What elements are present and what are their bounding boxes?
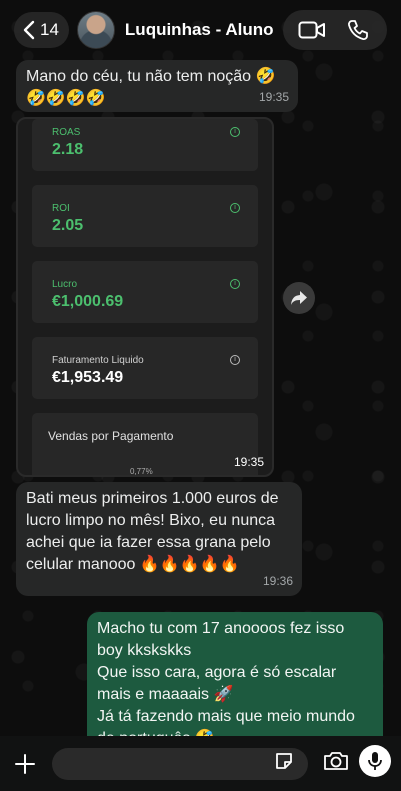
metric-card-roas: ROAS i 2.18 xyxy=(32,119,258,171)
outgoing-message[interactable]: Macho tu com 17 anoooos fez isso boy kks… xyxy=(87,612,383,752)
message-text: celular manooo 🔥🔥🔥🔥🔥 xyxy=(26,556,240,573)
metric-card-faturamento: Faturamento Liquido i €1,953.49 xyxy=(32,337,258,399)
unread-count: 14 xyxy=(40,20,59,39)
plus-icon xyxy=(15,753,35,774)
info-icon: i xyxy=(230,355,240,365)
card-value: €1,953.49 xyxy=(52,369,124,386)
sticker-icon xyxy=(276,753,292,769)
message-text: boy kkskskks xyxy=(97,642,192,659)
message-text: 🤣🤣🤣🤣 xyxy=(26,90,106,107)
incoming-message[interactable]: Mano do céu, tu não tem noção 🤣 🤣🤣🤣🤣 19:… xyxy=(16,60,298,112)
message-text: achei que ia fazer essa grana pelo xyxy=(26,534,271,551)
metric-card-roi: ROI i 2.05 xyxy=(32,185,258,247)
payment-section-card: Vendas por Pagamento 0,77% xyxy=(32,413,258,476)
voice-message-button[interactable] xyxy=(359,745,391,777)
image-message[interactable]: ROAS i 2.18 ROI i 2.05 Lucro i €1,000.69… xyxy=(16,117,274,477)
message-text: lucro limpo no mês! Bixo, eu nunca xyxy=(26,512,276,529)
card-label: ROAS xyxy=(52,127,81,138)
message-text: Que isso cara, agora é só escalar xyxy=(97,664,337,681)
metric-card-lucro: Lucro i €1,000.69 xyxy=(32,261,258,323)
camera-button[interactable] xyxy=(322,749,350,777)
message-time: 19:35 xyxy=(233,455,264,469)
message-text: Bati meus primeiros 1.000 euros de xyxy=(26,490,279,507)
message-text: Mano do céu, tu não tem noção 🤣 xyxy=(26,68,276,85)
card-value: 2.18 xyxy=(52,141,84,158)
section-percent: 0,77% xyxy=(130,467,153,476)
message-text: Macho tu com 17 anoooos fez isso xyxy=(97,620,345,637)
video-camera-icon xyxy=(298,21,325,39)
contact-name[interactable]: Luquinhas - Aluno xyxy=(125,20,283,40)
card-label: ROI xyxy=(52,203,70,214)
forward-icon xyxy=(291,291,307,305)
chat-header: 14 Luquinhas - Aluno xyxy=(0,0,401,60)
composer-bar xyxy=(0,736,401,791)
voice-call-button[interactable] xyxy=(335,10,381,50)
message-time: 19:36 xyxy=(262,574,293,588)
info-icon: i xyxy=(230,279,240,289)
message-text: Já tá fazendo mais que meio mundo xyxy=(97,708,355,725)
call-actions xyxy=(283,10,387,50)
camera-icon xyxy=(324,752,348,770)
incoming-message[interactable]: Bati meus primeiros 1.000 euros de lucro… xyxy=(16,482,302,596)
phone-icon xyxy=(348,20,368,40)
card-label: Lucro xyxy=(52,279,78,290)
section-title: Vendas por Pagamento xyxy=(48,429,174,443)
attach-button[interactable] xyxy=(10,749,40,779)
card-value: 2.05 xyxy=(52,217,84,234)
card-label: Faturamento Liquido xyxy=(52,355,144,366)
card-value: €1,000.69 xyxy=(52,293,124,310)
back-button[interactable]: 14 xyxy=(14,12,69,48)
contact-avatar[interactable] xyxy=(76,11,115,49)
chevron-left-icon xyxy=(23,20,35,40)
forward-button[interactable] xyxy=(283,282,315,314)
video-call-button[interactable] xyxy=(289,10,335,50)
message-text: mais e maaaais 🚀 xyxy=(97,686,234,703)
message-input[interactable] xyxy=(52,747,308,780)
info-icon: i xyxy=(230,127,240,137)
message-time: 19:35 xyxy=(258,90,289,104)
sticker-button[interactable] xyxy=(274,751,294,771)
microphone-icon xyxy=(368,752,382,770)
info-icon: i xyxy=(230,203,240,213)
